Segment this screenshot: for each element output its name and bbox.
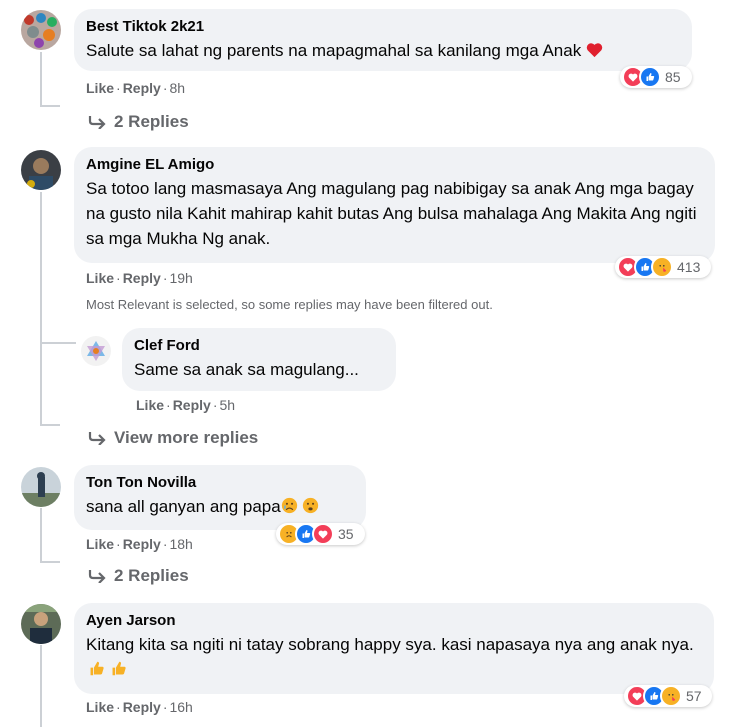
like-button[interactable]: Like [86,699,114,715]
reaction-count: 85 [665,69,681,85]
care-reaction-icon [651,256,673,278]
thread-line [40,424,60,426]
avatar[interactable] [21,150,61,190]
thread-line [40,342,76,344]
comment-actions: Like · Reply · 18h [86,536,193,552]
reply-button[interactable]: Reply [123,80,161,96]
thumbs-up-emoji [88,659,105,684]
reactions-summary[interactable]: 85 [620,66,692,88]
view-more-replies-link[interactable]: View more replies [88,428,258,448]
comment-text: sana all ganyan ang papa [86,497,281,516]
reply-button[interactable]: Reply [123,270,161,286]
comment-actions: Like · Reply · 19h [86,270,193,286]
timestamp[interactable]: 8h [169,80,185,96]
avatar[interactable] [21,604,61,644]
like-reaction-icon [639,66,661,88]
comment-bubble: Ton Ton Novilla sana all ganyan ang papa [74,465,366,530]
like-button[interactable]: Like [86,270,114,286]
commenter-name[interactable]: Clef Ford [134,337,384,355]
commenter-name[interactable]: Amgine EL Amigo [86,156,703,174]
comment-text: Sa totoo lang masmasaya Ang magulang pag… [86,179,697,248]
commenter-name[interactable]: Ayen Jarson [86,612,702,630]
commenter-name[interactable]: Best Tiktok 2k21 [86,18,680,36]
view-replies-link[interactable]: 2 Replies [88,566,189,586]
comment-actions: Like · Reply · 16h [86,699,193,715]
reaction-count: 57 [686,688,702,704]
reply-arrow-icon [88,116,106,129]
like-button[interactable]: Like [136,397,164,413]
sad-face-emoji [281,496,298,521]
frowning-face-emoji [302,496,319,521]
reply-arrow-icon [88,570,106,583]
thread-line [40,561,60,563]
thread-line [40,508,42,563]
avatar[interactable] [81,336,111,366]
reply-button[interactable]: Reply [173,397,211,413]
comment-bubble: Ayen Jarson Kitang kita sa ngiti ni tata… [74,603,714,694]
timestamp[interactable]: 18h [169,536,192,552]
comment-actions: Like · Reply · 8h [86,80,186,96]
like-button[interactable]: Like [86,80,114,96]
thread-line [40,645,42,727]
avatar[interactable] [21,10,61,50]
comment-bubble: Amgine EL Amigo Sa totoo lang masmasaya … [74,147,715,263]
commenter-name[interactable]: Ton Ton Novilla [86,474,354,492]
filter-notice: Most Relevant is selected, so some repli… [86,297,493,312]
care-reaction-icon [660,685,682,707]
reactions-summary[interactable]: 57 [624,685,712,707]
reply-button[interactable]: Reply [123,699,161,715]
comment-actions: Like · Reply · 5h [136,397,236,413]
thread-line [40,192,42,424]
replies-label: View more replies [114,428,259,447]
reactions-summary[interactable]: 413 [615,256,711,278]
red-heart-emoji [586,40,603,65]
timestamp[interactable]: 16h [169,699,192,715]
timestamp[interactable]: 5h [219,397,235,413]
reply-bubble: Clef Ford Same sa anak sa magulang... [122,328,396,391]
reply-button[interactable]: Reply [123,536,161,552]
reply-arrow-icon [88,432,106,445]
thread-line [40,52,42,107]
reaction-count: 35 [338,526,354,542]
love-reaction-icon [312,523,334,545]
replies-label: 2 Replies [114,112,189,131]
comment-text: Kitang kita sa ngiti ni tatay sobrang ha… [86,635,694,654]
reaction-count: 413 [677,259,701,275]
comment-bubble: Best Tiktok 2k21 Salute sa lahat ng pare… [74,9,692,71]
thread-line [40,105,60,107]
avatar[interactable] [21,467,61,507]
reactions-summary[interactable]: 35 [276,523,365,545]
replies-label: 2 Replies [114,566,189,585]
view-replies-link[interactable]: 2 Replies [88,112,189,132]
comment-text: Salute sa lahat ng parents na mapagmahal… [86,41,582,60]
comment-text: Same sa anak sa magulang... [134,360,359,379]
timestamp[interactable]: 19h [169,270,192,286]
thumbs-up-emoji [110,659,127,684]
like-button[interactable]: Like [86,536,114,552]
